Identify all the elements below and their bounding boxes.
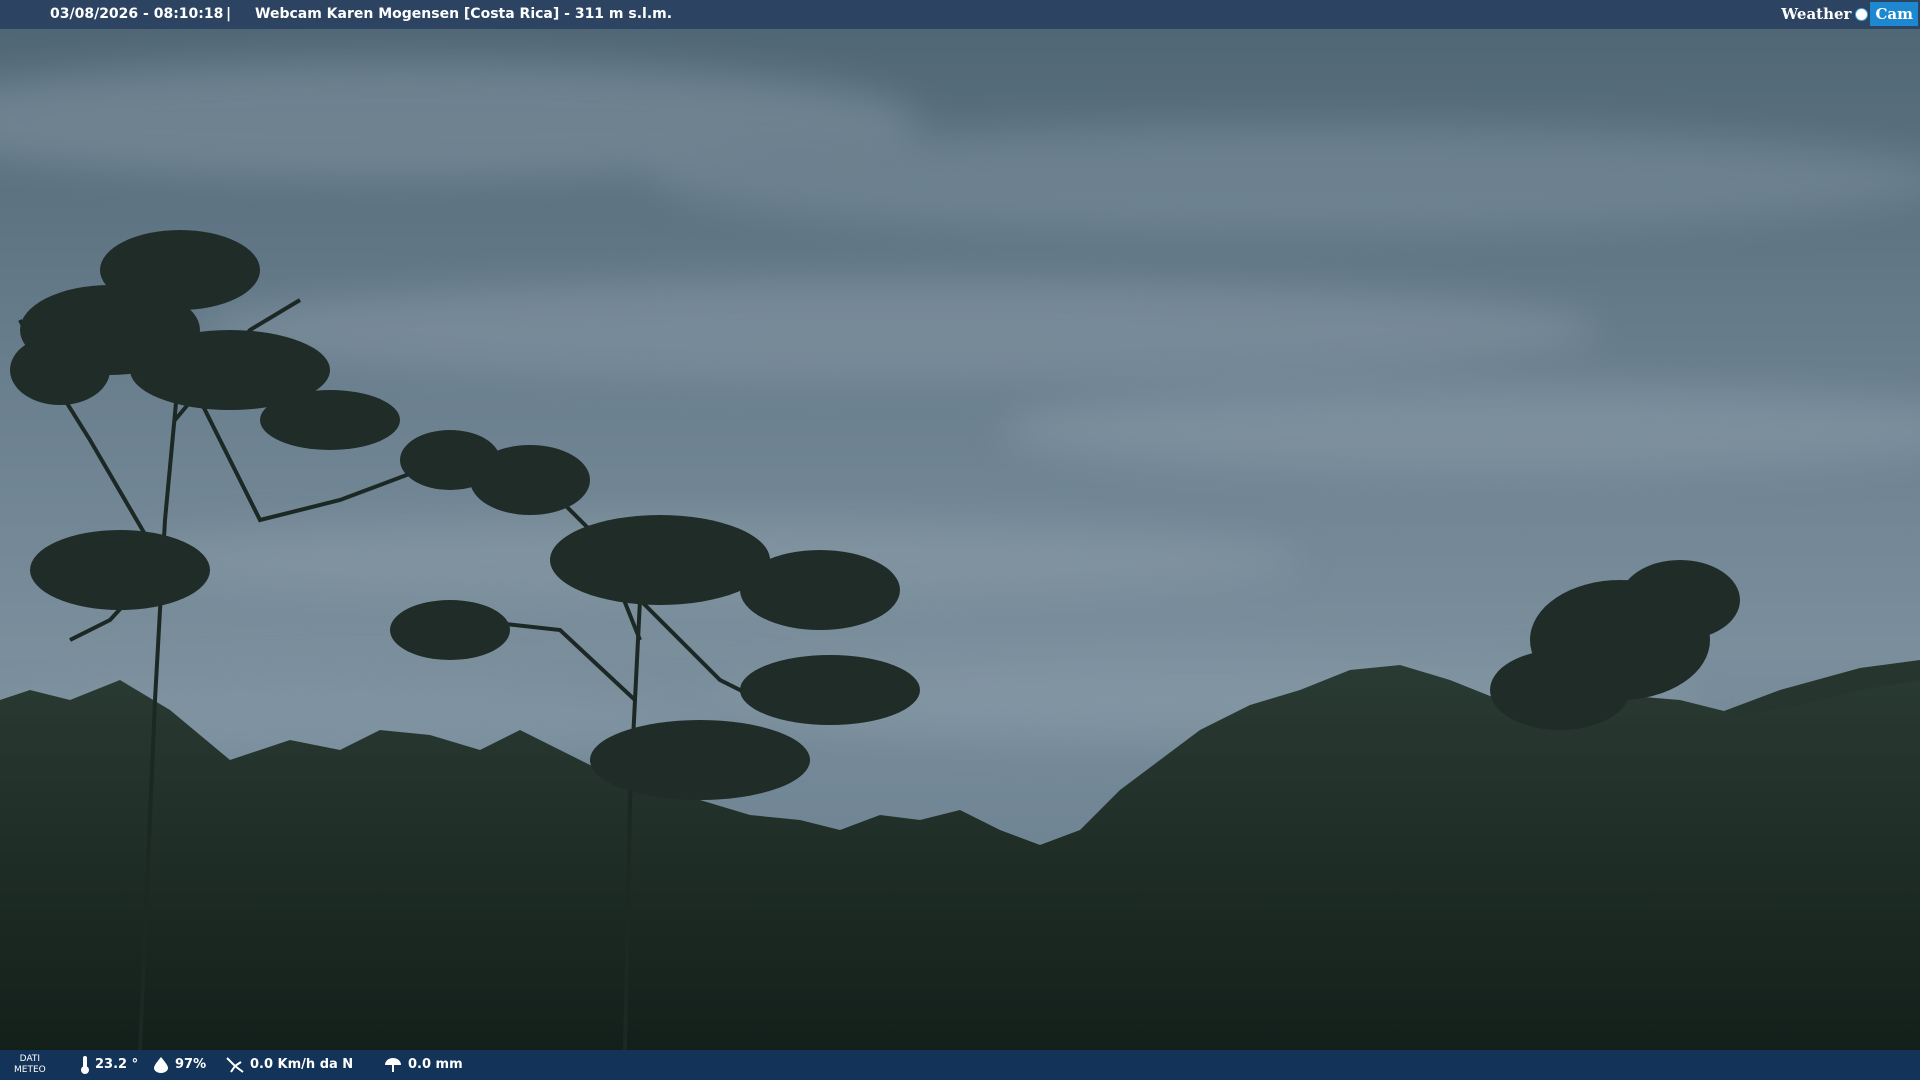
separator: | — [226, 6, 232, 22]
temperature-value: 23.2 ° — [95, 1057, 139, 1072]
logo-globe-icon — [1855, 7, 1869, 21]
weather-data-label: DATI METEO — [14, 1054, 46, 1075]
humidity-value: 97% — [175, 1057, 207, 1072]
temperature-readout: 23.2 ° — [80, 1050, 138, 1080]
logo-text-cam: Cam — [1870, 2, 1918, 26]
bottom-weather-bar: DATI METEO 23.2 ° 97% 0.0 Km/h da N 0.0 … — [0, 1050, 1920, 1080]
webcam-scene — [0, 0, 1920, 1080]
rain-value: 0.0 mm — [408, 1057, 463, 1072]
wind-readout: 0.0 Km/h da N — [225, 1050, 353, 1080]
humidity-readout: 97% — [152, 1050, 206, 1080]
rain-readout: 0.0 mm — [383, 1050, 463, 1080]
timestamp: 03/08/2026 - 08:10:18 — [50, 6, 224, 22]
logo-text-weather: Weather — [1781, 4, 1852, 23]
weathercam-logo[interactable]: Weather Cam — [1781, 2, 1918, 26]
thermometer-icon — [81, 1056, 89, 1074]
wind-vane-icon — [226, 1057, 244, 1073]
top-info-bar: 03/08/2026 - 08:10:18 | Webcam Karen Mog… — [0, 0, 1920, 29]
umbrella-icon — [385, 1058, 401, 1072]
wind-value: 0.0 Km/h da N — [250, 1057, 354, 1072]
humidity-drop-icon — [154, 1057, 168, 1073]
webcam-title: Webcam Karen Mogensen [Costa Rica] - 311… — [255, 6, 673, 22]
